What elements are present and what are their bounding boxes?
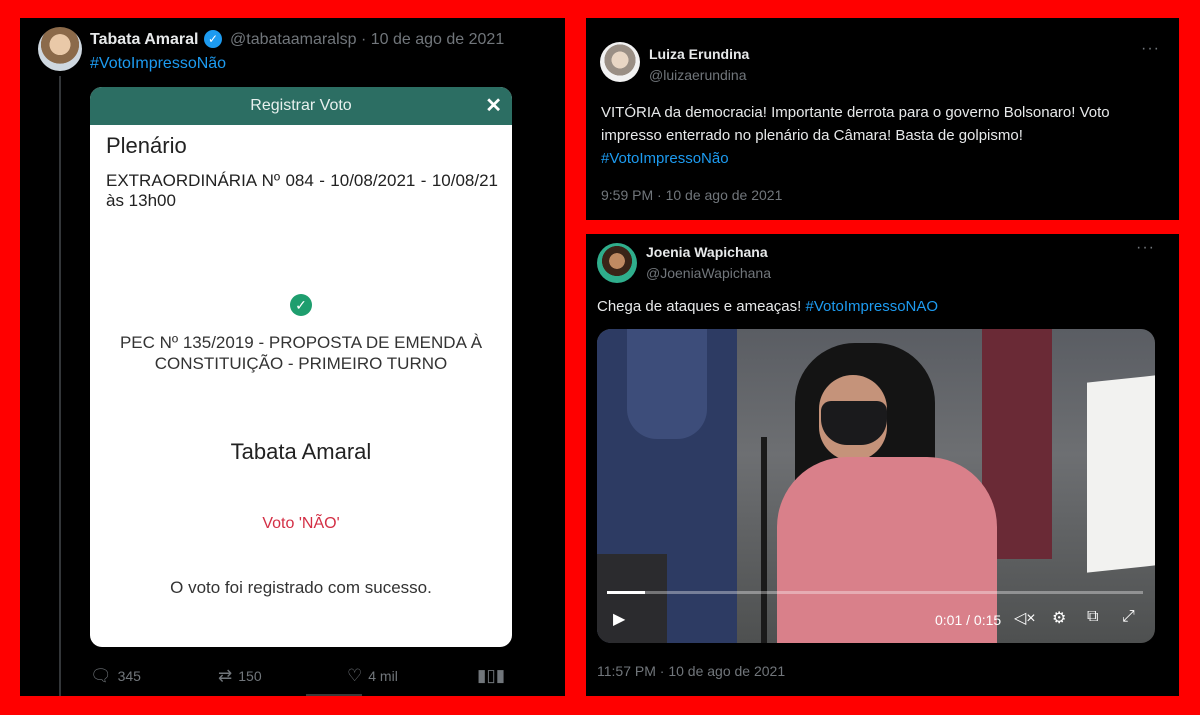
tweet-body: Chega de ataques e ameaças! — [597, 298, 802, 315]
scene-face-mask — [821, 401, 887, 445]
more-options-icon[interactable]: ··· — [1141, 40, 1160, 58]
fullscreen-icon[interactable]: ⤢ — [1122, 608, 1135, 626]
hashtag-link[interactable]: #VotoImpressoNão — [90, 55, 226, 73]
settings-icon[interactable]: ⚙ — [1052, 608, 1066, 628]
analytics-button[interactable]: ▮▯▮ — [477, 666, 505, 686]
close-icon: ✕ — [485, 95, 502, 117]
tweet-body: VITÓRIA da democracia! Importante derrot… — [601, 104, 1110, 144]
video-time: 0:01 / 0:15 — [935, 612, 1002, 628]
tweet-text: VITÓRIA da democracia! Importante derrot… — [601, 101, 1161, 170]
more-options-icon[interactable]: ··· — [1136, 239, 1155, 257]
tweet-luiza-erundina: Luiza Erundina @luizaerundina ··· VITÓRI… — [586, 18, 1179, 220]
receipt-header: Registrar Voto ✕ — [90, 87, 512, 125]
vote-receipt-image[interactable]: Registrar Voto ✕ Plenário EXTRAORDINÁRIA… — [90, 87, 512, 647]
avatar[interactable] — [600, 42, 640, 82]
reply-count: 345 — [117, 668, 141, 684]
author-handle-date[interactable]: @tabataamaralsp · 10 de ago de 2021 — [230, 31, 504, 49]
tweet-tabata-amaral: Tabata Amaral ✓ @tabataamaralsp · 10 de … — [20, 18, 565, 696]
verified-badge-icon: ✓ — [204, 30, 222, 48]
check-circle-icon: ✓ — [290, 294, 312, 316]
retweet-icon: ⇄ — [218, 666, 233, 685]
receipt-pec: PEC Nº 135/2019 - PROPOSTA DE EMENDA À C… — [119, 333, 483, 373]
heart-icon: ♡ — [347, 666, 363, 685]
hashtag-link[interactable]: #VotoImpressoNAO — [805, 298, 938, 315]
avatar[interactable] — [597, 243, 637, 283]
scene-person-left-torso — [627, 329, 707, 439]
tweet-text: Chega de ataques e ameaças! #VotoImpress… — [597, 298, 938, 315]
receipt-session: EXTRAORDINÁRIA Nº 084 - 10/08/2021 - 10/… — [106, 171, 498, 210]
video-player[interactable]: ▶ 0:01 / 0:15 ◁× ⚙ ⧉ ⤢ — [597, 329, 1155, 643]
retweet-count: 150 — [238, 668, 262, 684]
author-name[interactable]: Joenia Wapichana — [646, 244, 768, 260]
tweet-joenia-wapichana: Joenia Wapichana @JoeniaWapichana ··· Ch… — [586, 234, 1179, 696]
receipt-header-title: Registrar Voto — [250, 97, 352, 114]
scene-microphone-stand — [761, 437, 767, 643]
mute-icon[interactable]: ◁× — [1014, 608, 1036, 628]
video-progress-bar[interactable] — [607, 591, 1143, 594]
scroll-indicator — [306, 694, 362, 696]
reply-icon: 🗨︎ — [90, 666, 112, 685]
popout-icon[interactable]: ⧉ — [1087, 608, 1098, 626]
avatar[interactable] — [38, 27, 82, 71]
receipt-title: Plenário — [106, 133, 187, 158]
receipt-person: Tabata Amaral — [230, 439, 372, 464]
scene-chair — [597, 554, 667, 643]
author-handle[interactable]: @luizaerundina — [649, 67, 747, 83]
video-progress-fill — [607, 591, 645, 594]
thread-line — [59, 76, 61, 696]
author-name[interactable]: Luiza Erundina — [649, 46, 749, 62]
hashtag-link[interactable]: #VotoImpressoNão — [601, 150, 729, 167]
author-handle[interactable]: @JoeniaWapichana — [646, 265, 771, 281]
reply-button[interactable]: 🗨︎ 345 — [90, 666, 141, 686]
bar-chart-icon: ▮▯▮ — [477, 666, 506, 685]
like-button[interactable]: ♡ 4 mil — [347, 666, 398, 686]
receipt-vote: Voto 'NÃO' — [262, 515, 340, 532]
tweet-timestamp[interactable]: 11:57 PM · 10 de ago de 2021 — [597, 663, 785, 679]
tweet-timestamp[interactable]: 9:59 PM · 10 de ago de 2021 — [601, 187, 782, 203]
retweet-button[interactable]: ⇄ 150 — [218, 666, 262, 686]
author-name[interactable]: Tabata Amaral — [90, 31, 198, 49]
like-count: 4 mil — [368, 668, 398, 684]
scene-protest-sign — [1087, 375, 1155, 573]
receipt-confirmation: O voto foi registrado com sucesso. — [170, 578, 432, 597]
play-icon[interactable]: ▶ — [613, 609, 625, 629]
